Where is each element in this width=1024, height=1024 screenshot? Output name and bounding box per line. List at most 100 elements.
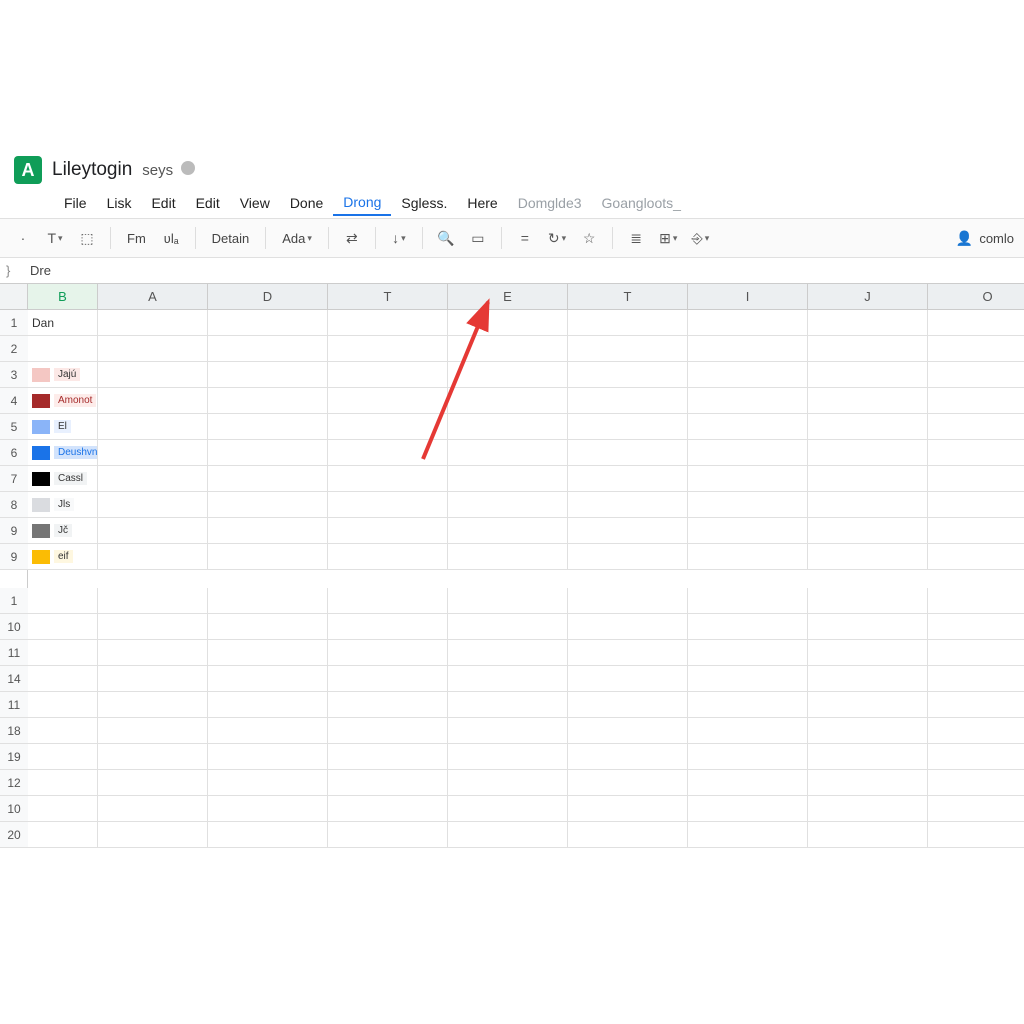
- cell[interactable]: [808, 518, 928, 544]
- cell[interactable]: [568, 466, 688, 492]
- cell[interactable]: [448, 440, 568, 466]
- cell[interactable]: [928, 770, 1024, 796]
- cell[interactable]: [208, 718, 328, 744]
- cell[interactable]: [928, 640, 1024, 666]
- cell[interactable]: [808, 614, 928, 640]
- cell[interactable]: [568, 770, 688, 796]
- cell[interactable]: [568, 744, 688, 770]
- cell[interactable]: [928, 692, 1024, 718]
- row-header-5[interactable]: 5: [0, 414, 28, 440]
- cell[interactable]: [688, 822, 808, 848]
- cell[interactable]: [328, 492, 448, 518]
- cell[interactable]: [98, 388, 208, 414]
- cell[interactable]: [568, 544, 688, 570]
- menu-item-view[interactable]: View: [230, 191, 280, 215]
- cell[interactable]: [28, 744, 98, 770]
- cell[interactable]: [808, 466, 928, 492]
- cell[interactable]: [448, 466, 568, 492]
- cell[interactable]: [328, 770, 448, 796]
- cell[interactable]: [98, 466, 208, 492]
- cell[interactable]: [928, 414, 1024, 440]
- cell[interactable]: [328, 666, 448, 692]
- toolbar-Ada-button[interactable]: Ada▾: [276, 224, 318, 252]
- cell[interactable]: [568, 362, 688, 388]
- cell[interactable]: [448, 718, 568, 744]
- cell[interactable]: [208, 518, 328, 544]
- menu-item-goangloots[interactable]: Goangloots_: [592, 191, 691, 215]
- cell[interactable]: [808, 640, 928, 666]
- menu-item-edit[interactable]: Edit: [141, 191, 185, 215]
- cell[interactable]: [808, 388, 928, 414]
- cell[interactable]: [28, 614, 98, 640]
- cell[interactable]: [98, 770, 208, 796]
- cell[interactable]: [688, 770, 808, 796]
- cell[interactable]: El: [28, 414, 98, 440]
- cell[interactable]: [688, 692, 808, 718]
- cell[interactable]: [98, 718, 208, 744]
- cell[interactable]: [328, 466, 448, 492]
- toolbar-≣-button[interactable]: ≣: [623, 224, 649, 252]
- cell[interactable]: [928, 518, 1024, 544]
- cell[interactable]: [928, 440, 1024, 466]
- toolbar-🔍-button[interactable]: 🔍: [433, 224, 459, 252]
- cell[interactable]: [568, 796, 688, 822]
- cell[interactable]: [568, 336, 688, 362]
- cell[interactable]: [688, 544, 808, 570]
- cell[interactable]: [328, 336, 448, 362]
- cell[interactable]: [328, 744, 448, 770]
- doc-title[interactable]: Lileytogin: [52, 159, 132, 181]
- row-header-19[interactable]: 19: [0, 744, 28, 770]
- cell[interactable]: [448, 640, 568, 666]
- cell[interactable]: [448, 492, 568, 518]
- cell[interactable]: [28, 796, 98, 822]
- cell[interactable]: [328, 440, 448, 466]
- row-header-14[interactable]: 14: [0, 666, 28, 692]
- cell[interactable]: [448, 796, 568, 822]
- cell[interactable]: [568, 310, 688, 336]
- cell[interactable]: [808, 822, 928, 848]
- cell[interactable]: [208, 492, 328, 518]
- row-header-10[interactable]: 10: [0, 796, 28, 822]
- cell[interactable]: [688, 440, 808, 466]
- cell[interactable]: [808, 362, 928, 388]
- cell[interactable]: [448, 336, 568, 362]
- cell[interactable]: [568, 614, 688, 640]
- cell[interactable]: [208, 744, 328, 770]
- menu-item-done[interactable]: Done: [280, 191, 333, 215]
- menu-item-file[interactable]: File: [54, 191, 97, 215]
- cell[interactable]: [808, 544, 928, 570]
- cell[interactable]: [328, 414, 448, 440]
- cell[interactable]: [28, 588, 98, 614]
- cell[interactable]: [328, 518, 448, 544]
- col-header-D[interactable]: D: [208, 284, 328, 309]
- menu-item-lisk[interactable]: Lisk: [97, 191, 142, 215]
- cell[interactable]: [688, 362, 808, 388]
- cell[interactable]: [448, 362, 568, 388]
- cell[interactable]: Cassl: [28, 466, 98, 492]
- cell[interactable]: [688, 718, 808, 744]
- cell[interactable]: [328, 692, 448, 718]
- cell[interactable]: [688, 614, 808, 640]
- cell[interactable]: Amonot: [28, 388, 98, 414]
- cell[interactable]: [208, 544, 328, 570]
- cell[interactable]: [688, 466, 808, 492]
- cell[interactable]: [98, 336, 208, 362]
- col-header-O[interactable]: O: [928, 284, 1024, 309]
- toolbar-ʋlₐ-button[interactable]: ʋlₐ: [158, 224, 185, 252]
- row-header-10[interactable]: 10: [0, 614, 28, 640]
- toolbar-⎆-button[interactable]: ⎆▾: [687, 224, 713, 252]
- row-header-7[interactable]: 7: [0, 466, 28, 492]
- cell[interactable]: [328, 614, 448, 640]
- row-header-11[interactable]: 11: [0, 692, 28, 718]
- cell[interactable]: [928, 492, 1024, 518]
- cell[interactable]: [808, 744, 928, 770]
- cell[interactable]: [928, 666, 1024, 692]
- cell[interactable]: [808, 692, 928, 718]
- cell[interactable]: [928, 718, 1024, 744]
- cell[interactable]: [208, 388, 328, 414]
- toolbar-☆-button[interactable]: ☆: [576, 224, 602, 252]
- cell[interactable]: [808, 718, 928, 744]
- menu-item-edit[interactable]: Edit: [186, 191, 230, 215]
- cell[interactable]: [448, 770, 568, 796]
- toolbar-⬚-button[interactable]: ⬚: [74, 224, 100, 252]
